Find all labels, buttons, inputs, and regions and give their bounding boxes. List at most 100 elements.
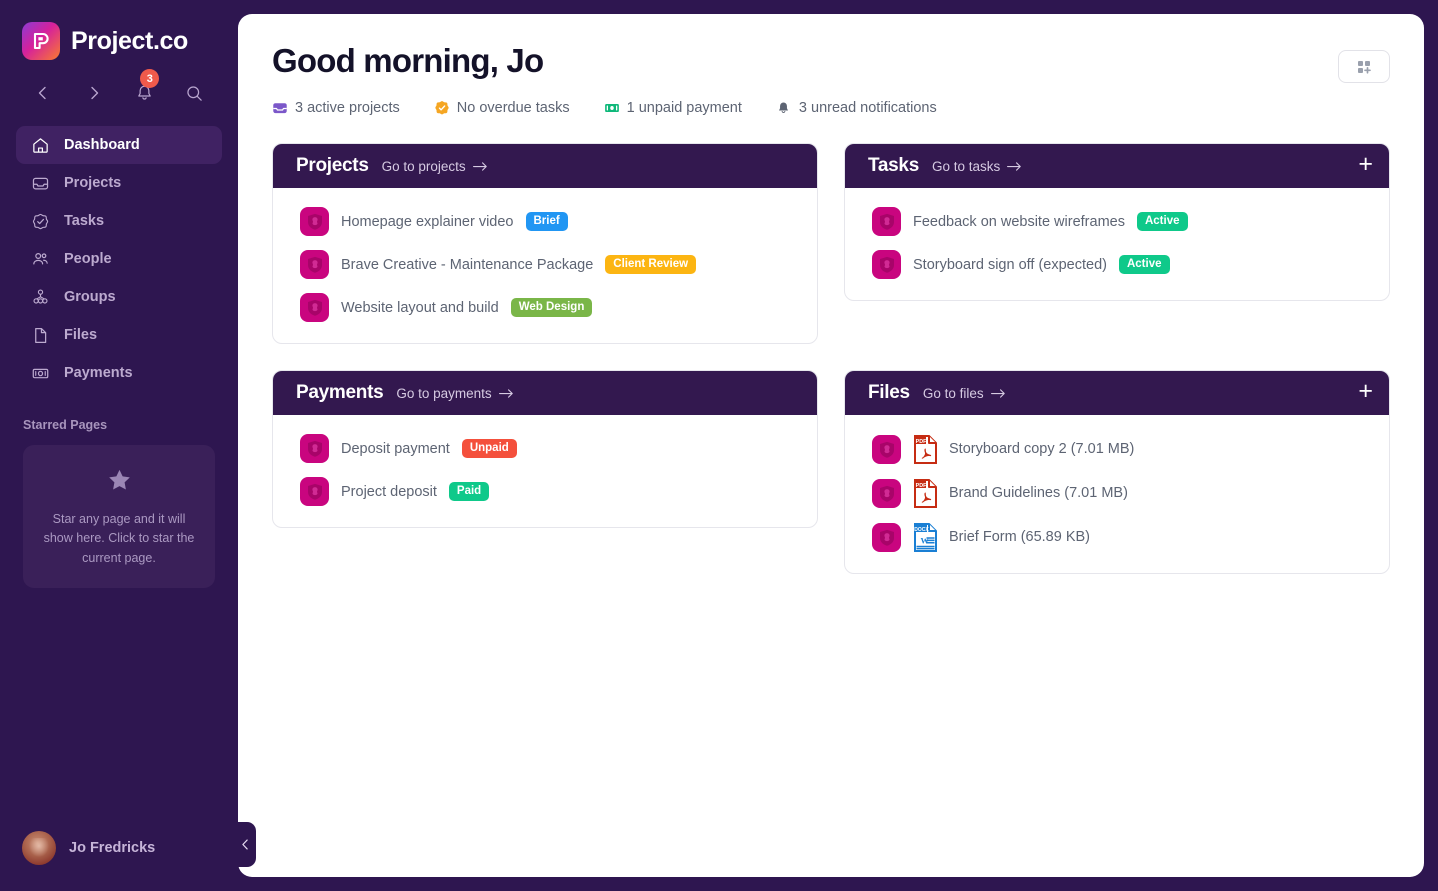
project-avatar-icon <box>300 434 329 463</box>
stat-label: 1 unpaid payment <box>626 100 742 116</box>
project-name: Website layout and build <box>341 299 499 316</box>
payment-name: Project deposit <box>341 483 437 500</box>
project-avatar-icon <box>872 250 901 279</box>
status-badge: Unpaid <box>461 439 517 458</box>
payment-row[interactable]: Deposit payment Unpaid <box>273 427 817 470</box>
arrow-right-icon <box>498 388 513 398</box>
payments-card-header: Payments Go to payments <box>273 371 817 415</box>
project-row[interactable]: Brave Creative - Maintenance Package Cli… <box>273 243 817 286</box>
banknote-icon <box>30 363 50 383</box>
add-file-button[interactable]: + <box>1358 379 1373 407</box>
stat-unpaid-payment[interactable]: 1 unpaid payment <box>604 100 742 116</box>
payment-name: Deposit payment <box>341 440 450 457</box>
projects-card: Projects Go to projects Homepage explain… <box>272 143 818 344</box>
go-to-projects-link[interactable]: Go to projects <box>382 159 488 174</box>
files-card-body: PDF Storyboard copy 2 (7.01 MB) PDF Bran… <box>845 415 1389 573</box>
file-row[interactable]: PDF Storyboard copy 2 (7.01 MB) <box>845 427 1389 471</box>
task-name: Feedback on website wireframes <box>913 213 1125 230</box>
project-row[interactable]: Homepage explainer video Brief <box>273 200 817 243</box>
sidebar-item-groups[interactable]: Groups <box>16 278 222 316</box>
card-title: Tasks <box>868 155 919 176</box>
stat-label: 3 active projects <box>295 100 400 116</box>
notification-badge-count: 3 <box>140 69 160 88</box>
sidebar-collapse-toggle[interactable] <box>234 822 256 867</box>
task-row[interactable]: Feedback on website wireframes Active <box>845 200 1389 243</box>
status-badge: Active <box>1136 212 1188 231</box>
banknote-icon <box>604 100 620 116</box>
back-icon[interactable] <box>18 76 69 110</box>
search-icon[interactable] <box>170 76 221 110</box>
card-title: Projects <box>296 155 369 176</box>
sidebar-item-tasks[interactable]: Tasks <box>16 202 222 240</box>
sidebar-item-payments[interactable]: Payments <box>16 354 222 392</box>
notifications-bell-icon[interactable]: 3 <box>119 69 170 110</box>
forward-icon[interactable] <box>69 76 120 110</box>
files-card: Files Go to files + PDF Storyboard copy … <box>844 370 1390 574</box>
payments-card-body: Deposit payment Unpaid Project deposit P… <box>273 415 817 527</box>
task-name: Storyboard sign off (expected) <box>913 256 1107 273</box>
chevron-left-icon <box>241 839 248 850</box>
add-task-button[interactable]: + <box>1358 152 1373 180</box>
stat-label: No overdue tasks <box>456 100 570 116</box>
check-badge-icon <box>434 100 450 116</box>
project-avatar-icon <box>872 478 901 508</box>
stat-overdue-tasks[interactable]: No overdue tasks <box>434 100 570 116</box>
go-to-tasks-link[interactable]: Go to tasks <box>932 159 1022 174</box>
star-icon <box>41 467 197 498</box>
sidebar-item-label: Files <box>64 327 98 343</box>
home-icon <box>30 135 50 155</box>
task-row[interactable]: Storyboard sign off (expected) Active <box>845 243 1389 286</box>
groups-icon <box>30 287 50 307</box>
project-avatar-icon <box>300 477 329 506</box>
brand[interactable]: Project.co <box>0 0 238 60</box>
inbox-icon <box>30 173 50 193</box>
check-circle-icon <box>30 211 50 231</box>
status-badge: Brief <box>525 212 568 231</box>
svg-text:PDF: PDF <box>915 439 926 445</box>
sidebar-item-files[interactable]: Files <box>16 316 222 354</box>
svg-text:DOCX: DOCX <box>914 527 929 533</box>
docx-file-icon: DOCX W <box>913 522 937 552</box>
project-name: Homepage explainer video <box>341 213 514 230</box>
avatar <box>22 831 56 865</box>
sidebar-toolbar: 3 <box>0 60 238 120</box>
link-label: Go to files <box>922 385 984 401</box>
add-widget-grid-button[interactable] <box>1338 50 1390 83</box>
link-label: Go to projects <box>381 158 466 174</box>
stat-unread-notifications[interactable]: 3 unread notifications <box>776 100 937 116</box>
arrow-right-icon <box>472 161 487 171</box>
pdf-file-icon: PDF <box>913 434 937 464</box>
file-name: Storyboard copy 2 (7.01 MB) <box>949 441 1135 457</box>
file-icon <box>30 325 50 345</box>
project-avatar-icon <box>300 293 329 322</box>
status-badge: Paid <box>448 482 490 501</box>
projects-card-body: Homepage explainer video Brief Brave Cre… <box>273 188 817 343</box>
dashboard-cards-grid: Projects Go to projects Homepage explain… <box>272 143 1390 574</box>
project-avatar-icon <box>872 207 901 236</box>
main-content-panel: Good morning, Jo 3 active projects No ov… <box>238 14 1424 877</box>
people-icon <box>30 249 50 269</box>
status-badge: Client Review <box>605 255 697 274</box>
go-to-files-link[interactable]: Go to files <box>923 386 1006 401</box>
go-to-payments-link[interactable]: Go to payments <box>396 386 513 401</box>
file-row[interactable]: DOCX W Brief Form (65.89 KB) <box>845 515 1389 559</box>
sidebar-item-dashboard[interactable]: Dashboard <box>16 126 222 164</box>
link-label: Go to tasks <box>931 158 1001 174</box>
sidebar-item-label: Dashboard <box>64 137 140 153</box>
stat-label: 3 unread notifications <box>798 100 937 116</box>
stat-active-projects[interactable]: 3 active projects <box>272 100 400 116</box>
starred-pages-empty-box[interactable]: Star any page and it will show here. Cli… <box>23 445 215 589</box>
file-row[interactable]: PDF Brand Guidelines (7.01 MB) <box>845 471 1389 515</box>
project-row[interactable]: Website layout and build Web Design <box>273 286 817 329</box>
sidebar-item-projects[interactable]: Projects <box>16 164 222 202</box>
tasks-card-header: Tasks Go to tasks + <box>845 144 1389 188</box>
svg-text:PDF: PDF <box>915 483 926 489</box>
stats-bar: 3 active projects No overdue tasks 1 unp… <box>272 100 1390 116</box>
link-label: Go to payments <box>396 385 492 401</box>
sidebar-item-people[interactable]: People <box>16 240 222 278</box>
arrow-right-icon <box>990 388 1005 398</box>
status-badge: Active <box>1118 255 1170 274</box>
user-profile[interactable]: Jo Fredricks <box>0 831 238 891</box>
sidebar-nav: Dashboard Projects Tasks People Groups F… <box>0 126 238 392</box>
payment-row[interactable]: Project deposit Paid <box>273 470 817 513</box>
